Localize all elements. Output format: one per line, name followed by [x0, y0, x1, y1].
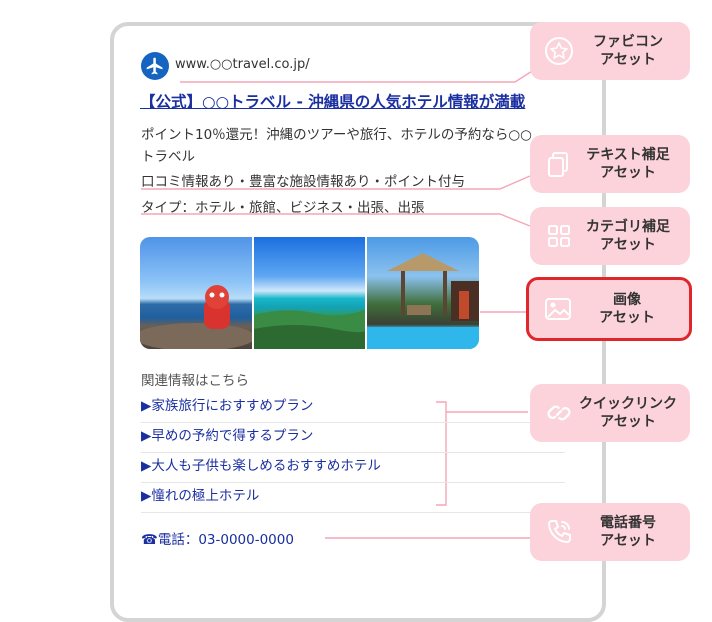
callout-label: ファビコン アセット [593, 34, 663, 68]
link-icon [542, 396, 576, 430]
callout-label: クイックリンク アセット [579, 396, 677, 430]
callout-label: 電話番号 アセット [600, 515, 656, 549]
quicklink-item[interactable]: ▶大人も子供も楽しめるおすすめホテル [141, 452, 565, 483]
airplane-icon [146, 57, 163, 75]
favicon [141, 52, 169, 80]
ad-description: ポイント10％還元！沖縄のツアーや旅行、ホテルの予約なら○○トラベル [141, 127, 532, 165]
quicklink-item[interactable]: ▶家族旅行におすすめプラン [141, 392, 565, 423]
image-icon [541, 292, 575, 326]
ad-headline[interactable]: 【公式】○○トラベル - 沖縄県の人気ホテル情報が満載 [140, 90, 525, 112]
phone-icon [542, 515, 576, 549]
category-snippet: タイプ：ホテル・旅館、ビジネス・出張、出張 [141, 200, 425, 216]
callout-label: テキスト補足 アセット [586, 147, 670, 181]
grid-icon [542, 219, 576, 253]
image-asset-row[interactable] [140, 237, 479, 349]
quicklink-item[interactable]: ▶憧れの極上ホテル [141, 482, 565, 513]
callout-label: カテゴリ補足 アセット [586, 219, 670, 253]
callout-category-asset: カテゴリ補足 アセット [530, 207, 690, 265]
callout-label: 画像 アセット [599, 292, 655, 326]
callout-quicklink-asset: クイックリンク アセット [530, 384, 690, 442]
ad-url[interactable]: www.○○travel.co.jp/ [175, 57, 310, 72]
text-snippet: 口コミ情報あり・豊富な施設情報あり・ポイント付与 [141, 174, 465, 190]
image-resort-pool[interactable] [367, 237, 479, 349]
callout-phone-asset: 電話番号 アセット [530, 503, 690, 561]
star-circle-icon [542, 34, 576, 68]
callout-image-asset: 画像 アセット [526, 277, 692, 341]
phone-number[interactable]: ☎電話：03-0000-0000 [141, 528, 294, 548]
image-shisa-beach[interactable] [140, 237, 252, 349]
related-info-title: 関連情報はこちら [141, 373, 249, 389]
copy-icon [542, 147, 576, 181]
callout-text-asset: テキスト補足 アセット [530, 135, 690, 193]
callout-favicon-asset: ファビコン アセット [530, 22, 690, 80]
image-ocean-cliff[interactable] [253, 237, 366, 349]
quicklink-item[interactable]: ▶早めの予約で得するプラン [141, 422, 565, 453]
